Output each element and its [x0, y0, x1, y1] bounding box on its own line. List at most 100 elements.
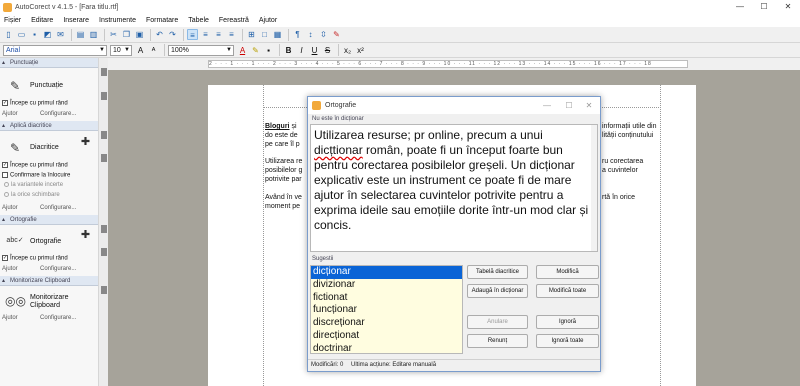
menu-insert[interactable]: Inserare [63, 17, 89, 24]
menu-window[interactable]: Fereastră [219, 17, 249, 24]
section-header-clipboard[interactable]: ▴ Monitorizare Clipboard [0, 276, 98, 286]
plus-icon[interactable]: ✚ [80, 230, 91, 241]
line-spacing-icon[interactable]: ↕ [305, 29, 316, 40]
uncertain-variants-radio[interactable]: la variantele incerte [4, 182, 63, 188]
redo-icon[interactable]: ↷ [167, 29, 178, 40]
diacritics-table-button[interactable]: Tabelă diacritice [467, 265, 528, 279]
menu-edit[interactable]: Editare [31, 17, 53, 24]
collapse-marker[interactable] [101, 248, 107, 256]
module-title-diacritics[interactable]: Diacritice [30, 144, 59, 151]
spelling-start-first-line-checkbox[interactable]: ✓ Începe cu primul rând [2, 255, 68, 262]
list-item[interactable]: doctrinar [311, 343, 462, 353]
change-button[interactable]: Modifică [536, 265, 599, 279]
collapse-marker[interactable] [101, 68, 107, 76]
subscript-button[interactable]: x₂ [342, 46, 353, 55]
maximize-button[interactable]: ☐ [752, 0, 776, 14]
save-icon[interactable]: ▪ [29, 29, 40, 40]
align-left-icon[interactable]: ≡ [187, 29, 198, 40]
collapse-marker[interactable] [101, 286, 107, 294]
undo-button[interactable]: Anulare [467, 315, 528, 329]
list-item[interactable]: divizionar [311, 279, 462, 292]
menu-format[interactable]: Formatare [146, 17, 178, 24]
highlight-icon[interactable]: ✎ [250, 46, 261, 55]
sidebar-scroll-strip[interactable] [98, 58, 108, 386]
any-change-radio[interactable]: la orice schimbare [4, 192, 60, 198]
list-item[interactable]: dicționar [311, 266, 462, 279]
grow-font-icon[interactable]: A [135, 46, 146, 55]
punctuation-config-link[interactable]: Configurare... [40, 111, 76, 117]
text-scrollbar[interactable] [591, 125, 597, 251]
module-title-spelling[interactable]: Ortografie [30, 238, 61, 245]
border-icon[interactable]: □ [259, 29, 270, 40]
list-item[interactable]: discreționar [311, 317, 462, 330]
plus-icon[interactable]: ✚ [80, 137, 91, 148]
section-header-spelling[interactable]: ▴ Ortografie [0, 215, 98, 225]
give-up-button[interactable]: Renunț [467, 334, 528, 348]
underline-button[interactable]: U [309, 46, 320, 55]
italic-button[interactable]: I [296, 46, 307, 55]
context-text-box[interactable]: Utilizarea resurse; pr online, precum a … [310, 124, 598, 252]
list-item[interactable]: direcționat [311, 330, 462, 343]
menu-tables[interactable]: Tabele [188, 17, 209, 24]
open-icon[interactable]: ▭ [16, 29, 27, 40]
menu-file[interactable]: Fișier [4, 17, 21, 24]
autocorrect-icon[interactable]: ✎ [331, 29, 342, 40]
paste-icon[interactable]: ▣ [134, 29, 145, 40]
collapse-marker[interactable] [101, 225, 107, 233]
ruler[interactable]: 2 · · · 1 · · · 1 · · · 2 · · · 3 · · · … [208, 60, 688, 68]
section-header-diacritics[interactable]: ▴ Aplică diacritice [0, 121, 98, 131]
background-color-icon[interactable]: ▪ [263, 46, 274, 55]
align-right-icon[interactable]: ≡ [213, 29, 224, 40]
zoom-select[interactable]: 100% ▼ [168, 44, 234, 56]
list-item[interactable]: funcționar [311, 304, 462, 317]
dialog-title-bar[interactable]: Ortografie — ☐ ✕ [308, 97, 600, 114]
justify-icon[interactable]: ≡ [226, 29, 237, 40]
font-size-select[interactable]: 10 ▼ [110, 44, 132, 56]
cut-icon[interactable]: ✂ [108, 29, 119, 40]
punctuation-start-first-line-checkbox[interactable]: ✓ Începe cu primul rând [2, 100, 68, 107]
diacritics-help-link[interactable]: Ajutor [2, 205, 18, 211]
table-icon[interactable]: ⊞ [246, 29, 257, 40]
undo-icon[interactable]: ↶ [154, 29, 165, 40]
strikethrough-button[interactable]: S [322, 46, 333, 55]
clipboard-help-link[interactable]: Ajutor [2, 315, 18, 321]
punctuation-help-link[interactable]: Ajutor [2, 111, 18, 117]
change-all-button[interactable]: Modifică toate [536, 284, 599, 298]
shading-icon[interactable]: ▦ [272, 29, 283, 40]
section-header-punctuation[interactable]: ▴ Punctuație [0, 58, 98, 68]
ignore-button[interactable]: Ignoră [536, 315, 599, 329]
menu-tools[interactable]: Instrumente [99, 17, 136, 24]
diacritics-config-link[interactable]: Configurare... [40, 205, 76, 211]
print-icon[interactable]: ▤ [75, 29, 86, 40]
new-doc-icon[interactable]: ▯ [3, 29, 14, 40]
minimize-button[interactable]: — [728, 0, 752, 14]
email-icon[interactable]: ✉ [55, 29, 66, 40]
bold-button[interactable]: B [283, 46, 294, 55]
suggestions-list[interactable]: dicționar divizionar fictionat funcționa… [310, 265, 463, 354]
align-center-icon[interactable]: ≡ [200, 29, 211, 40]
diacritics-start-first-line-checkbox[interactable]: ✓ Începe cu primul rând [2, 162, 68, 169]
spelling-help-link[interactable]: Ajutor [2, 266, 18, 272]
collapse-marker[interactable] [101, 131, 107, 139]
font-color-icon[interactable]: A [237, 46, 248, 55]
confirm-replace-checkbox[interactable]: Confirmare la înlocuire [2, 172, 70, 179]
module-title-punctuation[interactable]: Punctuație [30, 82, 63, 89]
print-preview-icon[interactable]: ▥ [88, 29, 99, 40]
list-item[interactable]: fictionat [311, 292, 462, 305]
close-icon[interactable]: ✕ [580, 97, 598, 114]
close-button[interactable]: ✕ [776, 0, 800, 14]
superscript-button[interactable]: x² [355, 46, 366, 55]
export-icon[interactable]: ◩ [42, 29, 53, 40]
ignore-all-button[interactable]: Ignoră toate [536, 334, 599, 348]
font-select[interactable]: Arial ▼ [3, 44, 107, 56]
module-title-clipboard[interactable]: Monitorizare Clipboard [30, 294, 90, 310]
copy-icon[interactable]: ❐ [121, 29, 132, 40]
add-to-dictionary-button[interactable]: Adaugă în dicționar [467, 284, 528, 298]
page-break-icon[interactable]: ⇳ [318, 29, 329, 40]
menu-help[interactable]: Ajutor [259, 17, 277, 24]
paragraph-marks-icon[interactable]: ¶ [292, 29, 303, 40]
spelling-config-link[interactable]: Configurare... [40, 266, 76, 272]
collapse-marker[interactable] [101, 154, 107, 162]
clipboard-config-link[interactable]: Configurare... [40, 315, 76, 321]
collapse-marker[interactable] [101, 92, 107, 100]
